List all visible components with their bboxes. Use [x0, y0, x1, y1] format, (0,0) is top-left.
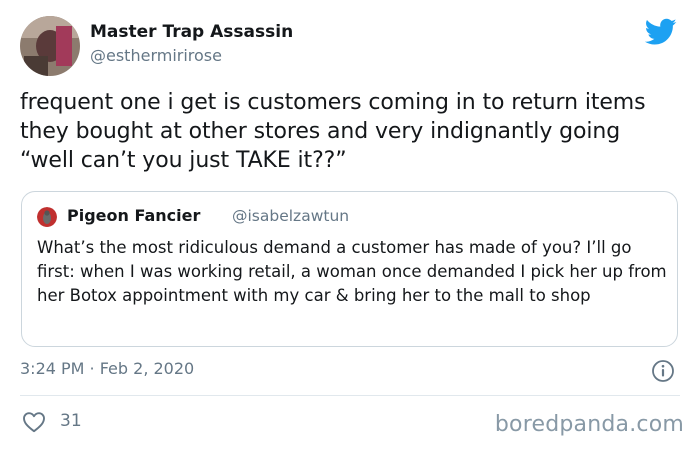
tweet-timestamp[interactable]: 3:24 PM · Feb 2, 2020 — [20, 359, 194, 378]
quoted-author-avatar[interactable] — [37, 207, 57, 227]
author-avatar[interactable] — [20, 16, 80, 76]
heart-icon[interactable] — [22, 411, 46, 433]
tweet-text: frequent one i get is customers coming i… — [20, 90, 646, 173]
divider — [20, 395, 680, 396]
author-name[interactable]: Master Trap Assassin — [90, 22, 293, 42]
watermark: boredpanda.com — [494, 412, 684, 437]
quoted-author-name[interactable]: Pigeon Fancier — [67, 206, 200, 225]
twitter-bird-icon[interactable] — [644, 18, 677, 46]
like-count: 31 — [60, 411, 82, 431]
info-icon[interactable] — [651, 359, 675, 383]
quoted-tweet-text: What’s the most ridiculous demand a cust… — [37, 238, 667, 305]
quoted-author-handle[interactable]: @isabelzawtun — [232, 207, 349, 225]
quoted-tweet-card[interactable]: Pigeon Fancier @isabelzawtun What’s the … — [21, 191, 678, 347]
author-handle[interactable]: @esthermirirose — [90, 46, 222, 65]
